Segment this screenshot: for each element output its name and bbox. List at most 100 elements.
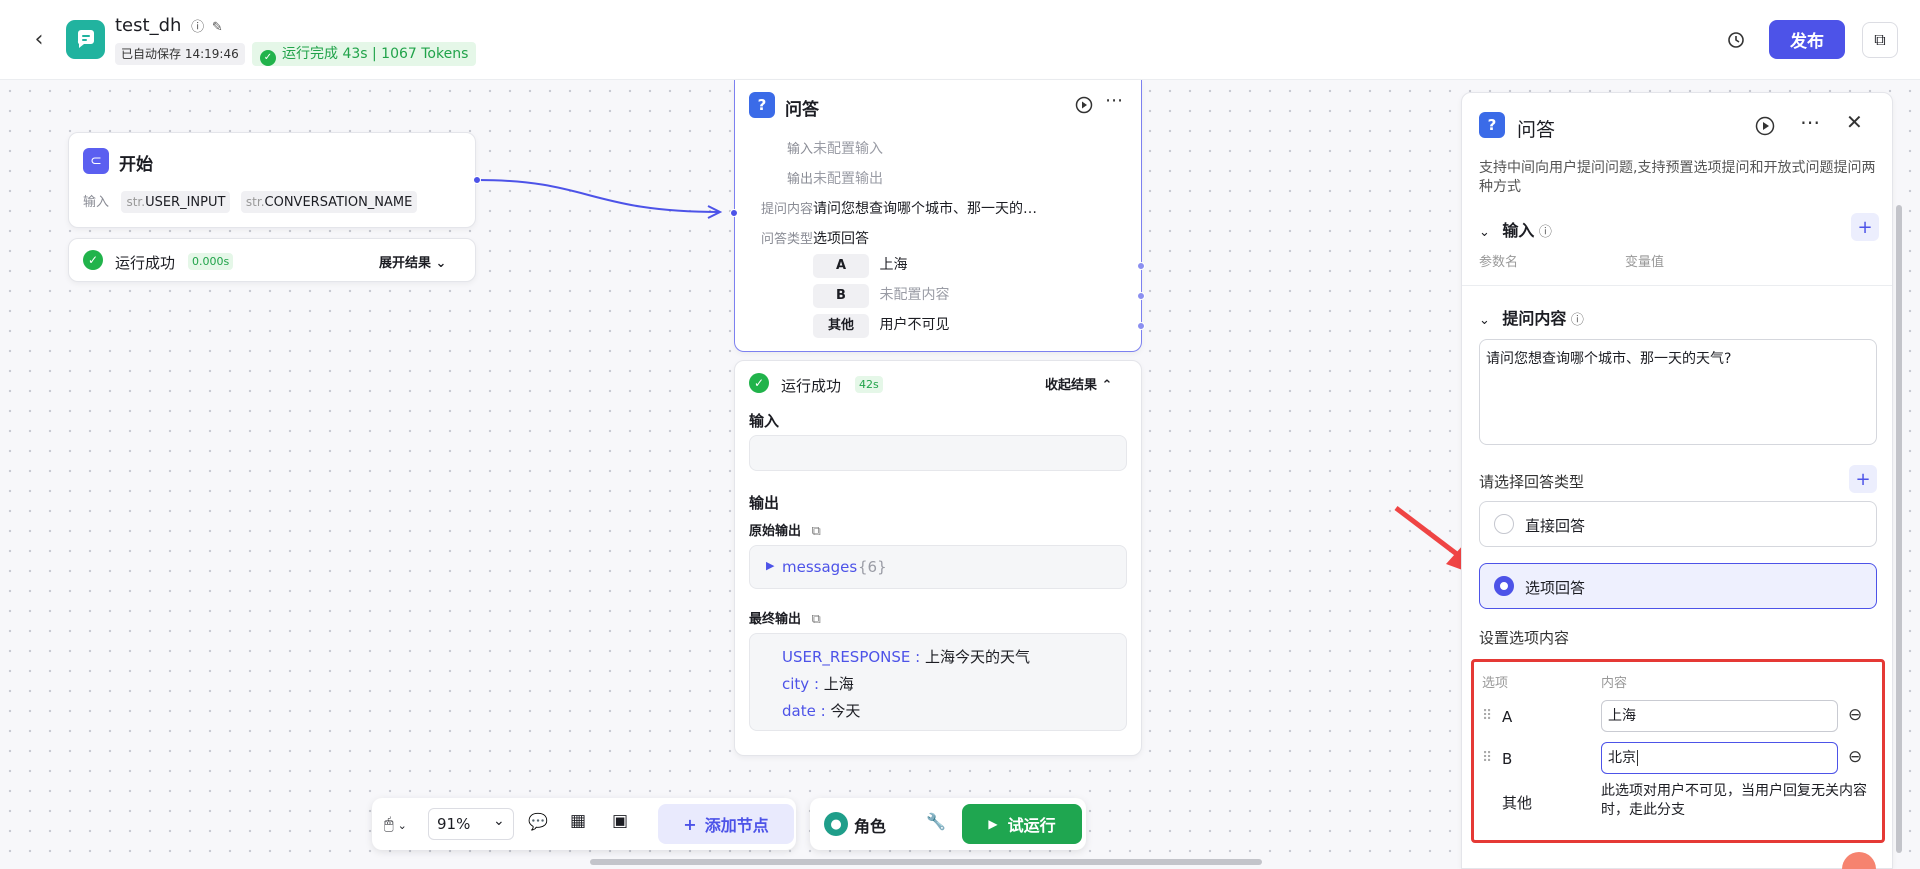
app-title-group: test_dh ⓘ ✎ [115,15,223,36]
option-key: A [1502,708,1513,726]
start-node[interactable]: ⊂ 开始 输入 str.USER_INPUT str.CONVERSATION_… [68,132,481,228]
add-answer-type-button[interactable]: + [1849,465,1877,493]
answer-type-label-text: 选项回答 [1525,579,1586,597]
chevron-up-icon: ⌃ [1101,378,1113,393]
param-name: CONVERSATION_NAME [264,195,413,210]
more-icon[interactable]: ⋯ [1105,90,1123,111]
qa-option-row: 其他 用户不可见 [813,314,949,338]
option-col-header: 选项 [1482,676,1509,691]
collapse-results-button[interactable]: 收起结果 ⌃ [1045,374,1112,393]
add-node-button[interactable]: + 添加节点 [658,804,794,844]
copy-icon[interactable]: ⧉ [812,524,821,539]
other-option-key: 其他 [1502,794,1533,812]
panel-description: 支持中间向用户提问问题,支持预置选项提问和开放式问题提问两种方式 [1479,160,1876,195]
remove-option-icon[interactable]: ⊖ [1848,705,1862,725]
panel-scrollbar[interactable] [1896,205,1902,853]
start-params: 输入 str.USER_INPUT str.CONVERSATION_NAME [83,191,423,213]
start-output-port[interactable] [473,176,481,184]
play-circle-icon[interactable] [1073,94,1095,116]
option-content-input[interactable]: 上海 [1601,700,1838,732]
trial-run-button[interactable]: ▶ 试运行 [962,804,1082,844]
expand-label: 展开结果 [379,256,432,271]
final-value: 今天 [830,702,861,720]
qa-row-value: 未配置输出 [813,171,883,187]
qa-node[interactable]: ? 问答 ⋯ 输入 未配置输入 输出 未配置输出 提问内容 请问您想查询哪个城市… [730,80,1145,352]
raw-output-label-row: 原始输出 ⧉ [749,520,821,539]
node-settings-panel: ? 问答 ⋯ ✕ 支持中间向用户提问问题,支持预置选项提问和开放式问题提问两种方… [1461,92,1893,869]
question-icon: ? [1479,112,1505,138]
caret-right-icon[interactable]: ▶ [766,559,774,572]
radio-button[interactable] [1494,514,1514,534]
qa-row-label: 输入 [786,142,813,157]
qa-row-label: 提问内容 [760,202,813,217]
option-b-port[interactable] [1137,292,1145,300]
start-icon: ⊂ [83,148,109,174]
run-status-badge: ✓ 运行完成 43s | 1067 Tokens [252,42,477,66]
option-content-label: 设置选项内容 [1479,629,1570,647]
comment-icon[interactable]: 💬 [528,812,548,831]
duplicate-icon[interactable]: ⧉ [1862,22,1898,58]
final-output-row: city : 上海 [782,675,854,693]
zoom-select[interactable]: 91% ⌄ [428,808,514,840]
drag-handle-icon[interactable]: ⠿ [1482,708,1492,724]
start-result-time: 0.000s [188,253,234,270]
final-key: USER_RESPONSE [782,648,911,666]
mouse-icon[interactable]: 🖱 ⌄ [384,814,407,834]
trial-run-label: 试运行 [1007,816,1056,835]
question-textarea[interactable]: 请问您想查询哪个城市、那一天的天气? [1479,339,1877,445]
add-node-label: 添加节点 [704,816,769,835]
question-text: 请问您想查询哪个城市、那一天的天气? [1486,351,1732,367]
zoom-value: 91% [437,815,471,833]
option-other-port[interactable] [1137,322,1145,330]
option-content-value: 北京 [1608,750,1636,766]
role-button[interactable]: 角色 [854,813,886,837]
qa-row-label: 输出 [786,172,813,187]
option-a-port[interactable] [1137,262,1145,270]
qa-option-row: A 上海 [813,254,907,278]
raw-output-box[interactable]: ▶ messages {6} [749,545,1127,589]
param-type: str. [245,195,265,209]
copy-icon[interactable]: ⧉ [812,612,821,627]
back-icon[interactable]: ‹ [26,26,52,52]
answer-type-direct[interactable]: 直接回答 [1479,501,1877,547]
info-icon[interactable]: ⓘ [1571,313,1584,328]
question-section-title: 提问内容 [1502,309,1567,328]
close-icon[interactable]: ✕ [1846,110,1863,134]
qa-result-panel: ✓ 运行成功 42s 收起结果 ⌃ 输入 输出 原始输出 ⧉ ▶ message… [734,360,1142,756]
horizontal-scrollbar[interactable] [590,859,1262,865]
info-icon[interactable]: ⓘ [1539,225,1552,240]
qa-input-port[interactable] [730,209,738,217]
option-key: A [813,254,869,278]
info-icon[interactable]: ⓘ [191,20,204,35]
option-value: 用户不可见 [879,317,950,333]
play-circle-icon[interactable] [1754,115,1776,137]
run-status-text: 运行完成 43s | 1067 Tokens [282,46,469,62]
history-icon[interactable] [1720,27,1752,53]
input-section-header[interactable]: ⌄ 输入 ⓘ + [1479,213,1879,241]
minimap-icon[interactable]: ▣ [612,811,628,831]
question-section-header[interactable]: ⌄ 提问内容 ⓘ [1479,305,1584,329]
more-icon[interactable]: ⋯ [1800,110,1820,134]
panel-title: 问答 [1517,119,1556,141]
edit-icon[interactable]: ✎ [212,20,223,35]
result-input-title: 输入 [749,412,780,430]
add-input-button[interactable]: + [1851,213,1879,241]
wrench-icon[interactable]: 🔧 [926,812,946,831]
raw-output-count: {6} [858,558,887,576]
layout-icon[interactable]: ▦ [570,811,586,831]
final-output-label: 最终输出 [749,612,802,627]
publish-button[interactable]: 发布 [1769,20,1845,59]
param-col-header: 参数名 [1479,255,1519,270]
option-content-input[interactable]: 北京 [1601,742,1838,774]
remove-option-icon[interactable]: ⊖ [1848,747,1862,767]
final-output-row: USER_RESPONSE : 上海今天的天气 [782,648,1031,666]
chevron-down-icon: ⌄ [397,819,407,832]
divider [1462,285,1892,286]
answer-type-option[interactable]: 选项回答 [1479,563,1877,609]
play-icon: ▶ [988,817,998,831]
expand-results-button[interactable]: 展开结果 ⌄ [379,252,446,271]
drag-handle-icon[interactable]: ⠿ [1482,750,1492,766]
chevron-down-icon: ⌄ [435,256,447,271]
qa-result-status: 运行成功 [781,377,842,395]
radio-button-selected[interactable] [1494,576,1514,596]
